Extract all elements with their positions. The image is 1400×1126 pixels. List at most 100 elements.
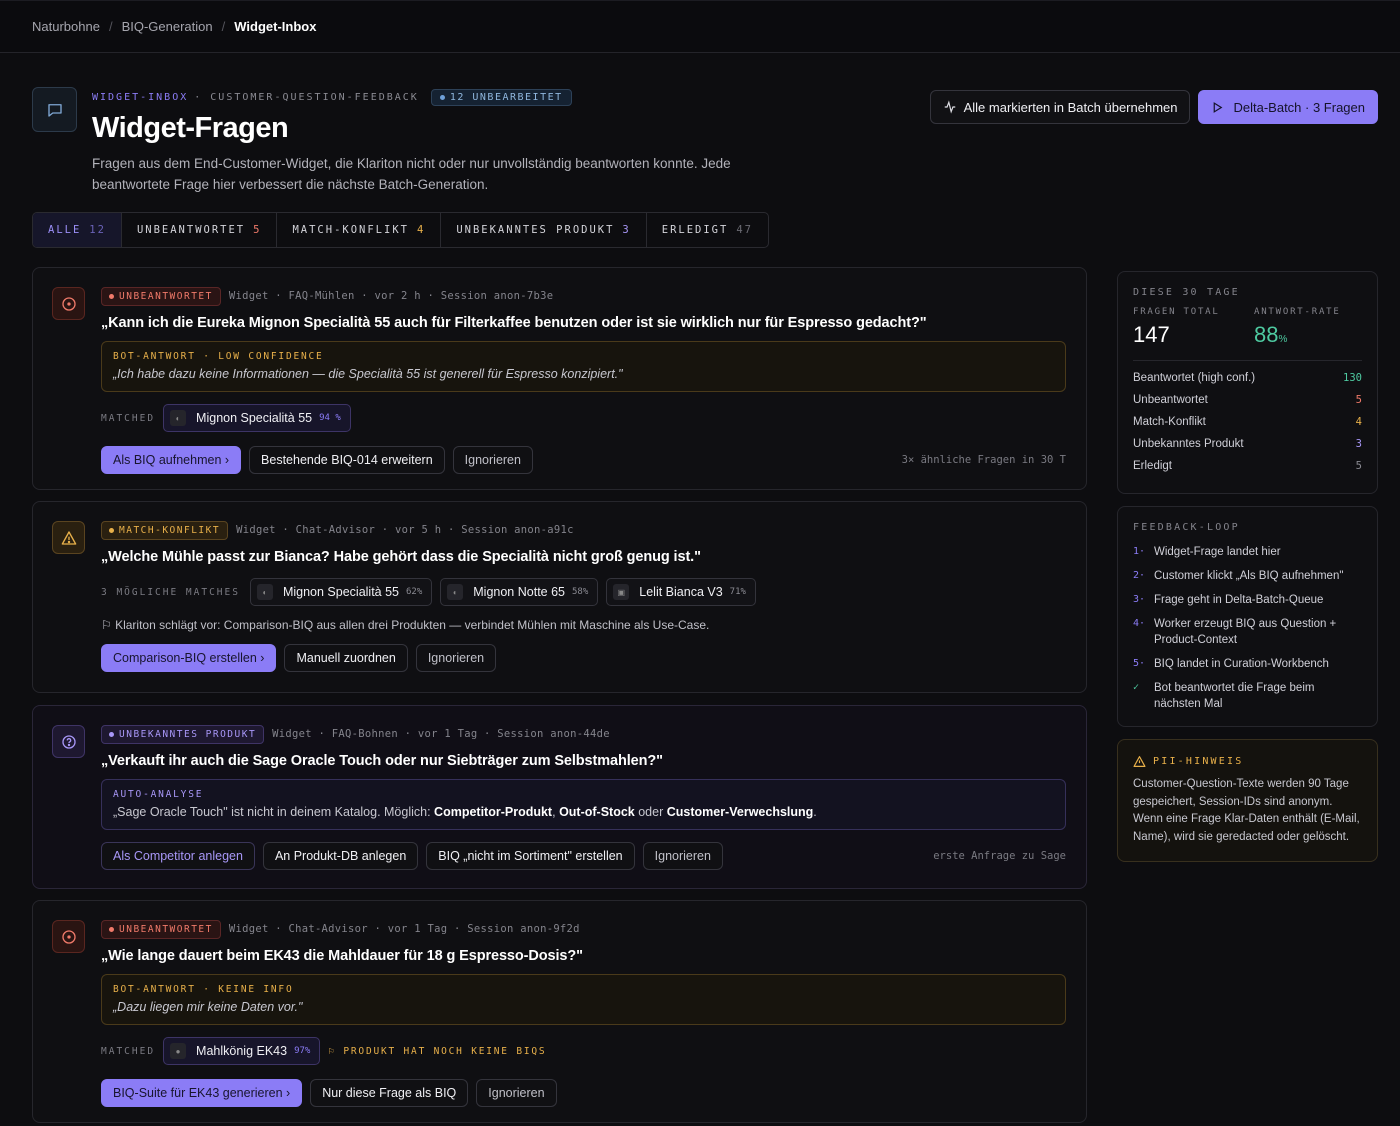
match-product-name: Mahlkönig EK43 bbox=[196, 1044, 288, 1058]
status-badge-label: MATCH-KONFLIKT bbox=[119, 524, 221, 536]
badge-dot bbox=[439, 94, 445, 100]
status-badge: MATCH-KONFLIKT bbox=[101, 520, 229, 540]
match-confidence: 58% bbox=[572, 587, 589, 597]
unprocessed-badge: 12 UNBEARBEITET bbox=[430, 88, 572, 106]
total-label: FRAGEN TOTAL bbox=[1133, 307, 1220, 317]
question-meta: Widget · FAQ-Bohnen · vor 1 Tag · Sessio… bbox=[272, 728, 610, 740]
rate-label: ANTWORT-RATE bbox=[1254, 307, 1341, 317]
auto-analysis-separator: oder bbox=[634, 805, 667, 819]
pii-notice-panel: PII-HINWEIS Customer-Question-Texte werd… bbox=[1117, 739, 1378, 862]
add-competitor-button[interactable]: Als Competitor anlegen bbox=[101, 842, 255, 870]
product-thumbnail-icon: ◐ bbox=[256, 584, 273, 600]
stat-label: Unbekanntes Produkt bbox=[1133, 438, 1244, 450]
question-meta: Widget · Chat-Advisor · vor 1 Tag · Sess… bbox=[228, 923, 580, 935]
match-product-name: Mignon Specialità 55 bbox=[282, 585, 399, 599]
tab-label: ALLE bbox=[48, 224, 82, 236]
stat-label: Erledigt bbox=[1133, 460, 1172, 472]
unprocessed-badge-label: 12 UNBEARBEITET bbox=[449, 91, 563, 103]
tab-alle[interactable]: ALLE 12 bbox=[33, 213, 122, 247]
match-chip[interactable]: ◐ Mignon Specialità 55 62% bbox=[249, 578, 433, 606]
single-question-biq-button[interactable]: Nur diese Frage als BIQ bbox=[310, 1079, 469, 1107]
tab-count: 4 bbox=[416, 224, 426, 236]
match-chip[interactable]: ▣ Lelit Bianca V3 71% bbox=[606, 578, 756, 606]
auto-analysis-intro: „Sage Oracle Touch" ist nicht in deinem … bbox=[113, 805, 435, 819]
eyebrow-subsection: · CUSTOMER-QUESTION-FEEDBACK bbox=[194, 91, 419, 103]
step-number: 4· bbox=[1133, 618, 1146, 629]
tab-count: 12 bbox=[89, 224, 106, 236]
ignore-button[interactable]: Ignorieren bbox=[642, 842, 723, 870]
step-number: 5· bbox=[1133, 658, 1146, 669]
loop-step: 4· Worker erzeugt BIQ aus Question + Prod… bbox=[1133, 616, 1362, 648]
feedback-loop-title: FEEDBACK-LOOP bbox=[1133, 522, 1240, 533]
breadcrumb-item-biq-generation[interactable]: BIQ-Generation bbox=[122, 19, 213, 34]
question-text: „Welche Mühle passt zur Bianca? Habe geh… bbox=[101, 549, 701, 565]
page-eyebrow: WIDGET-INBOX · CUSTOMER-QUESTION-FEEDBAC… bbox=[92, 87, 732, 107]
tab-label: UNBEANTWORTET bbox=[136, 224, 246, 236]
status-badge: UNBEKANNTES PRODUKT bbox=[101, 724, 265, 744]
question-text: „Wie lange dauert beim EK43 die Mahldaue… bbox=[101, 948, 583, 964]
match-confidence: 71% bbox=[729, 587, 746, 597]
stat-row: Unbeantwortet 5 bbox=[1133, 389, 1362, 411]
tab-unbeantwortet[interactable]: UNBEANTWORTET 5 bbox=[122, 213, 278, 247]
delta-batch-label: Delta-Batch · 3 Fragen bbox=[1233, 99, 1365, 115]
status-badge-label: UNBEKANNTES PRODUKT bbox=[119, 728, 257, 740]
step-number: 1· bbox=[1133, 546, 1146, 557]
stat-label: Beantwortet (high conf.) bbox=[1133, 372, 1256, 384]
rate-unit: % bbox=[1278, 334, 1288, 345]
question-card: MATCH-KONFLIKT Widget · Chat-Advisor · v… bbox=[32, 501, 1087, 693]
step-text: Bot beantwortet die Frage beim nächsten … bbox=[1154, 682, 1315, 710]
add-as-biq-button[interactable]: Als BIQ aufnehmen › bbox=[101, 446, 242, 474]
delta-batch-button[interactable]: Delta-Batch · 3 Fragen bbox=[1198, 90, 1378, 124]
add-to-product-db-button[interactable]: An Produkt-DB anlegen bbox=[262, 842, 419, 870]
match-chip[interactable]: ◐ Mignon Specialità 55 94 % bbox=[163, 404, 351, 432]
loop-step: 1· Widget-Frage landet hier bbox=[1133, 544, 1362, 560]
stats-panel: DIESE 30 TAGE FRAGEN TOTAL 147 ANTWORT-R… bbox=[1117, 271, 1378, 494]
match-confidence: 94 % bbox=[319, 413, 341, 423]
question-card: UNBEKANNTES PRODUKT Widget · FAQ-Bohnen … bbox=[32, 705, 1087, 889]
tab-erledigt[interactable]: ERLEDIGT 47 bbox=[647, 213, 768, 247]
warning-triangle-icon bbox=[52, 521, 85, 554]
stat-value: 3 bbox=[1355, 438, 1362, 450]
step-text: Frage geht in Delta-Batch-Queue bbox=[1154, 594, 1324, 606]
ignore-button[interactable]: Ignorieren bbox=[415, 644, 497, 672]
create-not-in-stock-biq-button[interactable]: BIQ „nicht im Sortiment" erstellen bbox=[426, 842, 635, 870]
breadcrumb-item-naturbohne[interactable]: Naturbohne bbox=[32, 19, 100, 34]
generate-biq-suite-button[interactable]: BIQ-Suite für EK43 generieren › bbox=[101, 1079, 303, 1107]
bot-answer-box: BOT-ANTWORT · LOW CONFIDENCE „Ich habe d… bbox=[101, 341, 1066, 392]
tab-match-konflikt[interactable]: MATCH-KONFLIKT 4 bbox=[277, 213, 442, 247]
page-title: Widget-Fragen bbox=[92, 112, 289, 144]
tab-label: UNBEKANNTES PRODUKT bbox=[456, 224, 615, 236]
stat-value: 130 bbox=[1343, 372, 1362, 384]
ignore-button[interactable]: Ignorieren bbox=[476, 1079, 557, 1107]
batch-accept-button[interactable]: Alle markierten in Batch übernehmen bbox=[929, 90, 1191, 124]
match-label: 3 MÖGLICHE MATCHES bbox=[101, 586, 240, 598]
status-badge-label: UNBEANTWORTET bbox=[119, 923, 213, 935]
ignore-button[interactable]: Ignorieren bbox=[452, 446, 533, 474]
loop-step: 2· Customer klickt „Als BIQ aufnehmen" bbox=[1133, 568, 1362, 584]
create-comparison-biq-button[interactable]: Comparison-BIQ erstellen › bbox=[101, 644, 277, 672]
option-out-of-stock: Out-of-Stock bbox=[559, 805, 635, 819]
warning-triangle-icon bbox=[1133, 756, 1146, 767]
step-number: 3· bbox=[1133, 594, 1146, 605]
match-chip[interactable]: ◐ Mignon Notte 65 58% bbox=[440, 578, 599, 606]
badge-dot bbox=[109, 731, 114, 737]
badge-dot bbox=[109, 293, 114, 299]
auto-analysis-end: . bbox=[813, 805, 817, 819]
rate-value: 88 bbox=[1254, 322, 1279, 347]
extend-biq-button[interactable]: Bestehende BIQ-014 erweitern bbox=[249, 446, 445, 474]
match-label: MATCHED bbox=[101, 412, 156, 424]
alert-circle-icon bbox=[52, 920, 85, 953]
page-header: WIDGET-INBOX · CUSTOMER-QUESTION-FEEDBAC… bbox=[32, 87, 1378, 197]
step-text: Widget-Frage landet hier bbox=[1154, 546, 1281, 558]
check-icon: ✓ bbox=[1133, 682, 1140, 693]
manual-assign-button[interactable]: Manuell zuordnen bbox=[284, 644, 408, 672]
stat-row: Erledigt 5 bbox=[1133, 455, 1362, 477]
pii-title: PII-HINWEIS bbox=[1153, 756, 1244, 767]
tab-unbekanntes-produkt[interactable]: UNBEKANNTES PRODUKT 3 bbox=[441, 213, 647, 247]
match-chip[interactable]: ● Mahlkönig EK43 97% bbox=[163, 1037, 321, 1065]
stat-row: Unbekanntes Produkt 3 bbox=[1133, 433, 1362, 455]
badge-dot bbox=[109, 527, 114, 533]
stat-value: 4 bbox=[1355, 416, 1362, 428]
stats-breakdown: Beantwortet (high conf.) 130 Unbeantworte… bbox=[1133, 360, 1362, 477]
stat-row: Beantwortet (high conf.) 130 bbox=[1133, 367, 1362, 389]
